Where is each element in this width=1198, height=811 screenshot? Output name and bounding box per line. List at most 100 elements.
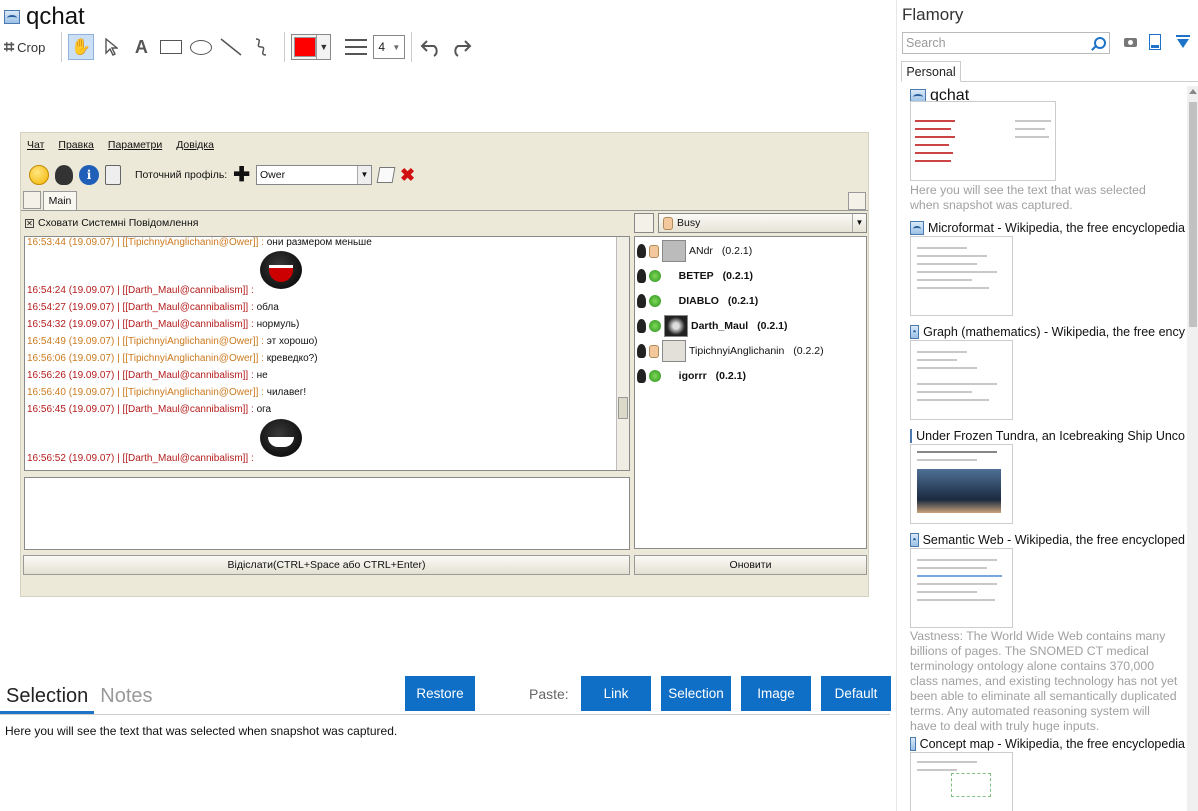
contact-version: (0.2.1) (757, 320, 788, 332)
tab-divider (961, 81, 1198, 82)
snapshot-title[interactable]: qchat (26, 3, 85, 31)
scroll-up-icon[interactable] (1189, 89, 1197, 94)
list-item-title[interactable]: Microformat - Wikipedia, the free encycl… (910, 221, 1185, 235)
text-tool-button[interactable]: A (128, 34, 154, 60)
line-tool-button[interactable] (218, 34, 244, 60)
list-item-title[interactable]: Under Frozen Tundra, an Icebreaking Ship… (910, 429, 1185, 443)
refresh-button: Оновити (634, 555, 867, 575)
camera-icon[interactable] (1123, 34, 1139, 50)
redo-button[interactable] (448, 34, 474, 60)
thumbnail[interactable] (910, 548, 1013, 628)
list-item-title[interactable]: Concept map - Wikipedia, the free encycl… (910, 737, 1185, 751)
contact-name: igorrr (678, 370, 707, 382)
user-icon (637, 244, 646, 258)
chevron-down-icon: ▼ (316, 35, 330, 59)
toolbar-divider (284, 32, 286, 62)
chat-message: 16:56:40 (19.09.07) | [[TipichnyiAnglich… (27, 387, 307, 398)
toolbar-divider (61, 32, 63, 62)
thumbnail[interactable] (910, 101, 1056, 181)
thumbnail[interactable] (910, 236, 1013, 316)
scrollbar-thumb[interactable] (1189, 102, 1197, 327)
tab-notes[interactable]: Notes (94, 685, 158, 714)
menu-edit: Правка (58, 139, 94, 151)
contact-item: TipichnyiAnglichanin (0.2.2) (637, 339, 824, 363)
contact-name: Darth_Maul (691, 320, 749, 332)
smile-icon (29, 165, 49, 185)
text-icon: A (134, 36, 148, 57)
profile-select: Ower ▼ (256, 165, 372, 185)
hand-status-icon (663, 216, 673, 230)
delete-icon: ✖ (400, 164, 416, 185)
contact-list: ANdr (0.2.1) ВЕТЕР (0.2.1) DIABLO (0.2.1… (634, 236, 867, 549)
crop-label: Crop (17, 39, 46, 55)
select-tool-button[interactable] (98, 34, 124, 60)
ellipse-tool-button[interactable] (188, 34, 214, 60)
redo-icon (454, 40, 472, 57)
paste-link-button[interactable]: Link (581, 676, 651, 711)
contact-version: (0.2.1) (721, 245, 753, 257)
line-icon (220, 38, 242, 56)
thumbnail[interactable] (910, 444, 1013, 524)
snapshot-list: qchat Here you will see the text that wa… (897, 86, 1187, 811)
line-width-button[interactable] (343, 34, 369, 60)
crop-icon: ⌗ (4, 36, 15, 57)
bottom-divider (0, 714, 890, 715)
user-icon (637, 344, 646, 358)
paste-selection-button[interactable]: Selection (661, 676, 731, 711)
contact-name: ВЕТЕР (678, 270, 714, 282)
info-icon: i (79, 165, 99, 185)
freehand-tool-button[interactable] (248, 34, 274, 60)
line-width-select[interactable]: 4 ▼ (373, 35, 406, 59)
tab-selection[interactable]: Selection (0, 685, 95, 714)
color-picker[interactable]: ▼ (291, 34, 332, 60)
document-icon[interactable] (1149, 34, 1161, 50)
menu-settings: Параметри (107, 139, 163, 151)
hand-status-icon (649, 244, 659, 258)
undo-button[interactable] (418, 34, 444, 60)
snapshot-icon (910, 325, 920, 339)
search-input[interactable]: Search (902, 32, 1110, 54)
rectangle-tool-button[interactable] (158, 34, 184, 60)
chat-message: 16:54:49 (19.09.07) | [[TipichnyiAnglich… (27, 336, 318, 347)
chat-message: 16:56:45 (19.09.07) | [[Darth_Maul@canni… (27, 404, 272, 415)
bomb-smiley-icon (260, 419, 302, 457)
library-sidebar: Flamory Search Personal qchat Here you w… (896, 0, 1198, 811)
restore-button[interactable]: Restore (405, 676, 475, 711)
list-item-description: Vastness: The World Wide Web contains ma… (910, 629, 1178, 732)
search-placeholder: Search (906, 36, 946, 50)
captured-screenshot[interactable]: Чат Правка Параметри Довідка i Поточний … (20, 132, 869, 597)
hide-system-messages: ✕ Сховати Системні Повідомлення (25, 217, 198, 229)
thumbnail[interactable] (910, 752, 1013, 811)
contact-name: ANdr (689, 245, 713, 257)
angry-smiley-icon (260, 251, 302, 289)
contact-name: DIABLO (678, 295, 719, 307)
hand-icon: ✋ (71, 39, 92, 56)
avatar (662, 240, 686, 262)
contact-item: igorrr (0.2.1) (637, 364, 746, 388)
list-item-title[interactable]: Graph (mathematics) - Wikipedia, the fre… (910, 325, 1185, 339)
crop-button[interactable]: ⌗ Crop (4, 34, 45, 60)
app-window: qchat ⌗ Crop ✋ A ▼ 4 ▼ Чат Правка Параме… (0, 0, 1198, 811)
qchat-tabs: Main (21, 191, 868, 211)
paste-default-button[interactable]: Default (821, 676, 891, 711)
pencil-icon (634, 213, 654, 233)
tab-personal[interactable]: Personal (901, 61, 961, 82)
selection-text[interactable]: Here you will see the text that was sele… (5, 724, 397, 738)
contact-name: TipichnyiAnglichanin (689, 345, 785, 357)
library-scrollbar[interactable] (1187, 86, 1198, 811)
search-icon[interactable] (1094, 37, 1106, 49)
thumbnail[interactable] (910, 340, 1013, 420)
list-item-title[interactable]: Semantic Web - Wikipedia, the free encyc… (910, 533, 1185, 547)
editor-toolbar: ⌗ Crop ✋ A ▼ 4 ▼ (4, 32, 478, 62)
snapshot-icon (910, 737, 916, 751)
avatar (664, 315, 688, 337)
chat-input (24, 477, 630, 550)
snapshot-icon (910, 533, 919, 547)
user-icon (637, 269, 646, 283)
chevron-down-icon: ▼ (852, 214, 866, 232)
paste-image-button[interactable]: Image (741, 676, 811, 711)
contact-version: (0.2.1) (727, 295, 759, 307)
hand-status-icon (649, 344, 659, 358)
upload-icon[interactable] (1175, 34, 1191, 50)
hand-tool-button[interactable]: ✋ (68, 34, 95, 60)
